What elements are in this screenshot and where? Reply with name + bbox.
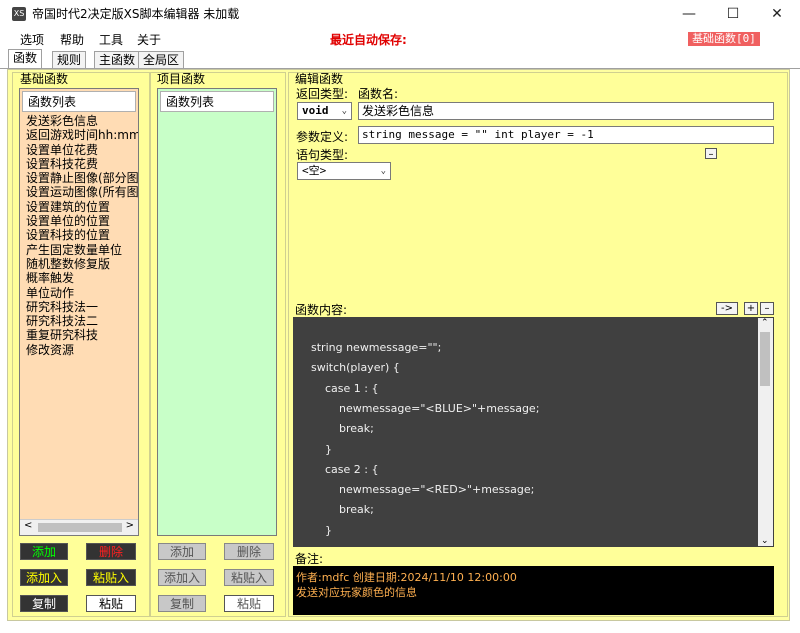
menu-options[interactable]: 选项 [20,31,44,48]
note-line: 发送对应玩家颜色的信息 [296,586,417,599]
list-item[interactable]: 单位动作 [20,286,138,300]
function-content-label: 函数内容: [295,303,348,317]
plus-button[interactable]: + [744,302,758,315]
project-functions-list[interactable]: 函数列表 [157,88,277,536]
base-add-insert-button[interactable]: 添加入 [20,569,68,586]
tab-main-function[interactable]: 主函数 [94,51,141,69]
base-delete-button[interactable]: 删除 [86,543,136,560]
chevron-down-icon: ⌄ [341,106,347,116]
project-copy-button[interactable]: 复制 [158,595,206,612]
project-functions-title: 项目函数 [157,72,206,86]
base-list-hscrollbar[interactable]: < > [20,519,138,535]
list-item[interactable]: 重复研究科技 [20,328,138,342]
project-add-insert-button[interactable]: 添加入 [158,569,206,586]
scroll-down-icon[interactable]: ⌄ [761,536,769,546]
list-item[interactable]: 设置科技花费 [20,157,138,171]
window-title: 帝国时代2决定版XS脚本编辑器 未加载 [32,7,240,21]
list-item[interactable]: 随机整数修复版 [20,257,138,271]
base-copy-button[interactable]: 复制 [20,595,68,612]
app-icon: XS [12,7,26,21]
code-line: break; [311,503,374,517]
list-item[interactable]: 修改资源 [20,343,138,357]
function-name-label: 函数名: [358,87,399,101]
autosave-status: 最近自动保存: [330,33,407,47]
menu-tools[interactable]: 工具 [99,31,123,48]
collapse-button[interactable]: – [705,148,717,160]
scroll-right-icon[interactable]: > [126,520,134,531]
notes-label: 备注: [295,552,324,566]
code-line: case 2 : { [311,462,379,476]
scroll-thumb[interactable] [760,332,770,386]
base-paste-button[interactable]: 粘贴 [86,595,136,612]
project-functions-list-header: 函数列表 [160,91,274,112]
project-paste-insert-button[interactable]: 粘贴入 [224,569,274,586]
return-type-label: 返回类型: [296,87,349,101]
base-add-button[interactable]: 添加 [20,543,68,560]
list-item[interactable]: 设置单位花费 [20,143,138,157]
base-functions-list-header: 函数列表 [22,91,136,112]
arrow-button[interactable]: -> [716,302,738,315]
project-paste-button[interactable]: 粘贴 [224,595,274,612]
return-type-value: void [302,104,329,117]
list-item[interactable]: 研究科技法一 [20,300,138,314]
statement-type-select[interactable]: <空> ⌄ [297,162,391,180]
minus-button[interactable]: – [760,302,774,315]
code-vscrollbar[interactable]: ⌃ ⌄ [758,318,773,546]
note-line: 作者:mdfc 创建日期:2024/11/10 12:00:00 [296,571,517,584]
base-function-count-badge: 基础函数[0] [688,32,760,46]
maximize-button[interactable]: ☐ [711,0,755,28]
return-type-select[interactable]: void ⌄ [297,102,352,120]
code-line: switch(player) { [311,361,400,375]
list-item[interactable]: 产生固定数量单位 [20,243,138,257]
list-item[interactable]: 设置科技的位置 [20,228,138,242]
base-functions-list[interactable]: 函数列表 发送彩色信息返回游戏时间hh:mm:ss设置单位花费设置科技花费设置静… [19,88,139,536]
base-functions-title: 基础函数 [20,72,69,86]
code-line: break; [311,422,374,436]
minimize-button[interactable]: — [667,0,711,28]
base-paste-insert-button[interactable]: 粘贴入 [86,569,136,586]
function-name-input[interactable]: 发送彩色信息 [358,102,774,120]
list-item[interactable]: 返回游戏时间hh:mm:ss [20,128,138,142]
function-content-editor[interactable]: string newmessage=""; switch(player) { ca… [293,317,774,547]
menu-about[interactable]: 关于 [137,31,161,48]
scroll-up-icon[interactable]: ⌃ [761,318,769,328]
list-item[interactable]: 研究科技法二 [20,314,138,328]
code-line: newmessage="<BLUE>"+message; [311,401,540,415]
list-item[interactable]: 设置运动图像(所有图像 [20,185,138,199]
code-line: string newmessage=""; [311,341,442,354]
notes-textbox[interactable]: 作者:mdfc 创建日期:2024/11/10 12:00:00 发送对应玩家颜色… [293,566,774,615]
statement-type-label: 语句类型: [296,148,349,162]
tab-rules[interactable]: 规则 [52,51,87,69]
list-item[interactable]: 概率触发 [20,271,138,285]
scroll-thumb[interactable] [38,523,122,532]
list-item[interactable]: 设置建筑的位置 [20,200,138,214]
tab-global-area[interactable]: 全局区 [138,51,185,69]
code-line: } [311,523,332,537]
menu-help[interactable]: 帮助 [60,31,84,48]
project-delete-button[interactable]: 删除 [224,543,274,560]
project-add-button[interactable]: 添加 [158,543,206,560]
params-label: 参数定义: [296,130,349,144]
tab-functions[interactable]: 函数 [8,49,43,69]
list-item[interactable]: 设置静止图像(部分图像 [20,171,138,185]
list-item[interactable]: 设置单位的位置 [20,214,138,228]
list-item[interactable]: 发送彩色信息 [20,114,138,128]
scroll-left-icon[interactable]: < [24,520,32,531]
close-button[interactable]: ✕ [755,0,799,28]
chevron-down-icon: ⌄ [380,166,386,176]
code-line: newmessage="<RED>"+message; [311,483,535,497]
params-input[interactable]: string message = "" int player = -1 [358,126,774,144]
statement-type-value: <空> [302,164,327,177]
code-line: case 1 : { [311,381,379,395]
code-line: } [311,442,332,456]
